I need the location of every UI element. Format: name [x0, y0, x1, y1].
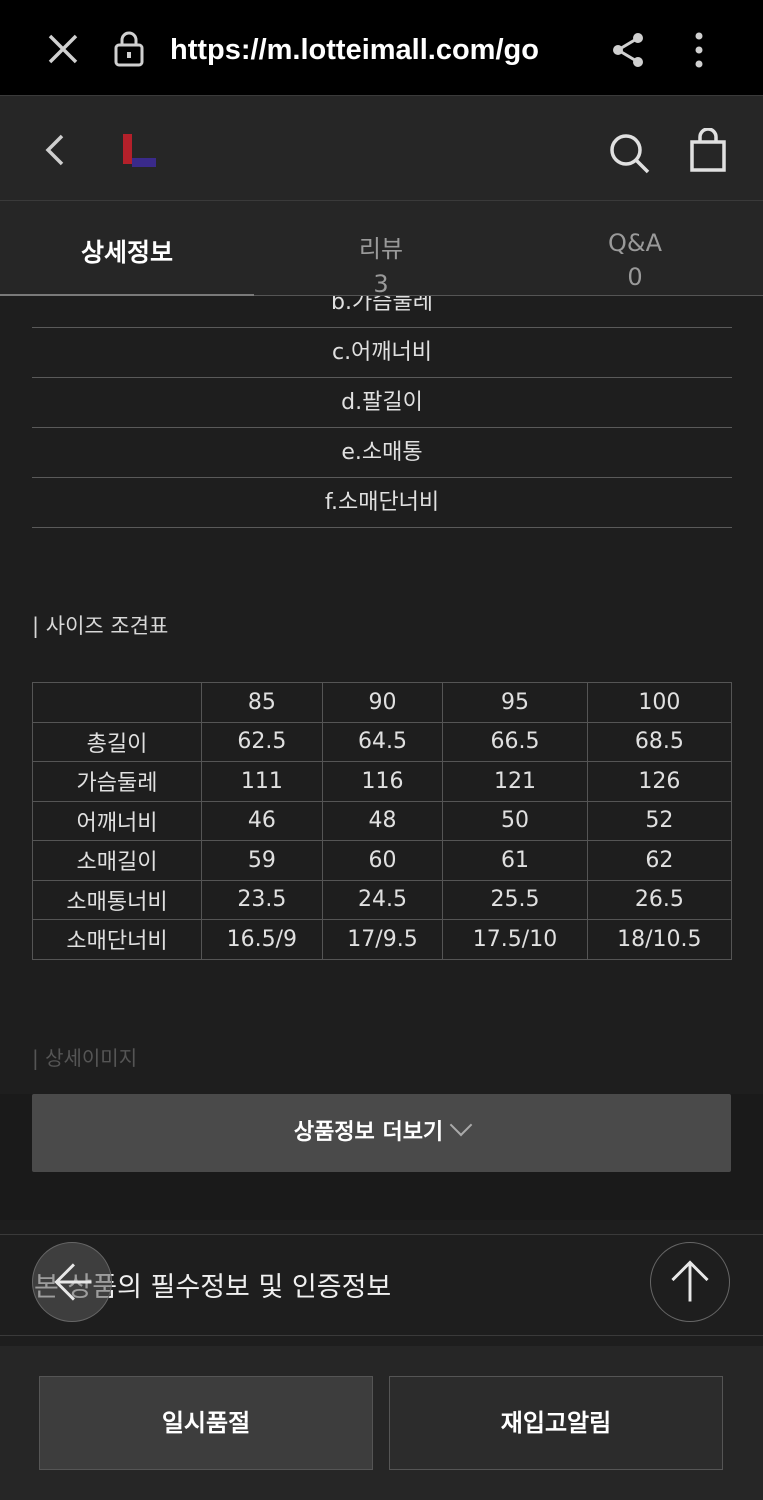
tab-label: Q&A [607, 229, 663, 257]
tab-qna[interactable]: Q&A 0 [508, 201, 762, 296]
table-header-row: 85 90 95 100 [32, 682, 733, 723]
tab-review[interactable]: 리뷰 3 [254, 201, 508, 298]
measure-legend-item: c.어깨너비 [32, 329, 732, 378]
app-header [0, 96, 763, 200]
table-cell: 26.5 [586, 879, 733, 920]
table-cell: 116 [321, 761, 444, 802]
lock-icon [114, 31, 144, 67]
table-cell: 25.5 [442, 879, 588, 920]
table-cell: 50 [442, 800, 588, 841]
table-cell: 61 [442, 840, 588, 881]
table-cell: 23.5 [201, 879, 323, 920]
table-row: 어깨너비 46 48 50 52 [32, 800, 733, 841]
table-cell: 소매길이 [32, 840, 202, 881]
share-icon[interactable] [608, 30, 648, 70]
table-cell: 66.5 [442, 721, 588, 762]
close-icon[interactable] [44, 30, 82, 68]
detail-image-title: | 상세이미지 [32, 1046, 138, 1070]
floating-back-icon[interactable] [32, 1242, 112, 1322]
table-cell: 17/9.5 [321, 919, 444, 960]
table-cell: 90 [321, 682, 444, 723]
sold-out-button[interactable]: 일시품절 [39, 1376, 373, 1470]
logo[interactable] [120, 132, 160, 172]
table-row: 소매길이 59 60 61 62 [32, 840, 733, 881]
table-row: 소매단너비 16.5/9 17/9.5 17.5/10 18/10.5 [32, 919, 733, 960]
table-cell: 95 [442, 682, 588, 723]
more-info-label: 상품정보 더보기 [293, 1120, 444, 1145]
measure-legend-item: b.가슴둘레 [32, 296, 732, 328]
table-cell: 어깨너비 [32, 800, 202, 841]
more-info-area: 상품정보 더보기 [0, 1094, 763, 1220]
table-cell [32, 682, 202, 723]
tab-detail-info[interactable]: 상세정보 [0, 201, 254, 297]
table-cell: 48 [321, 800, 444, 841]
restock-alert-button[interactable]: 재입고알림 [389, 1376, 723, 1470]
table-row: 총길이 62.5 64.5 66.5 68.5 [32, 721, 733, 762]
table-cell: 64.5 [321, 721, 444, 762]
table-cell: 소매통너비 [32, 879, 202, 920]
table-cell: 121 [442, 761, 588, 802]
table-cell: 126 [586, 761, 733, 802]
table-cell: 59 [201, 840, 323, 881]
bottom-action-bar: 일시품절 재입고알림 [0, 1346, 763, 1500]
table-cell: 60 [321, 840, 444, 881]
bag-icon[interactable] [688, 128, 728, 174]
table-cell: 46 [201, 800, 323, 841]
table-row: 가슴둘레 111 116 121 126 [32, 761, 733, 802]
product-detail-content[interactable]: b.가슴둘레 c.어깨너비 d.팔길이 e.소매통 f.소매단너비 | 사이즈 … [0, 296, 763, 1094]
size-chart-table: 85 90 95 100 총길이 62.5 64.5 66.5 68.5 가슴둘… [32, 682, 733, 960]
url-bar[interactable]: https://m.lotteimall.com/go [170, 28, 580, 72]
table-cell: 52 [586, 800, 733, 841]
measure-legend-item: e.소매통 [32, 429, 732, 478]
table-row: 소매통너비 23.5 24.5 25.5 26.5 [32, 879, 733, 920]
measure-legend-item: d.팔길이 [32, 379, 732, 428]
table-cell: 가슴둘레 [32, 761, 202, 802]
size-chart-title: | 사이즈 조견표 [32, 614, 169, 638]
search-icon[interactable] [606, 130, 652, 176]
table-cell: 24.5 [321, 879, 444, 920]
tab-count: 0 [627, 263, 643, 291]
browser-toolbar: https://m.lotteimall.com/go [0, 0, 763, 96]
more-vert-icon[interactable] [684, 30, 714, 70]
table-cell: 100 [586, 682, 733, 723]
table-cell: 소매단너비 [32, 919, 202, 960]
more-info-button[interactable]: 상품정보 더보기 [32, 1094, 731, 1172]
detail-tabs: 상세정보 리뷰 3 Q&A 0 [0, 200, 763, 298]
table-cell: 111 [201, 761, 323, 802]
table-cell: 68.5 [586, 721, 733, 762]
tab-label: 상세정보 [80, 238, 173, 267]
table-cell: 62.5 [201, 721, 323, 762]
table-cell: 16.5/9 [201, 919, 323, 960]
table-cell: 18/10.5 [586, 919, 733, 960]
chevron-down-icon [449, 1113, 473, 1137]
table-cell: 85 [201, 682, 323, 723]
table-cell: 17.5/10 [442, 919, 588, 960]
tab-label: 리뷰 [358, 235, 404, 263]
required-info-row[interactable]: 본 상품의 필수정보 및 인증정보 [0, 1234, 763, 1336]
back-icon[interactable] [40, 130, 70, 170]
measure-legend-item: f.소매단너비 [32, 479, 732, 528]
table-cell: 총길이 [32, 721, 202, 762]
table-cell: 62 [586, 840, 733, 881]
scroll-top-icon[interactable] [650, 1242, 730, 1322]
tab-count: 3 [373, 270, 389, 298]
